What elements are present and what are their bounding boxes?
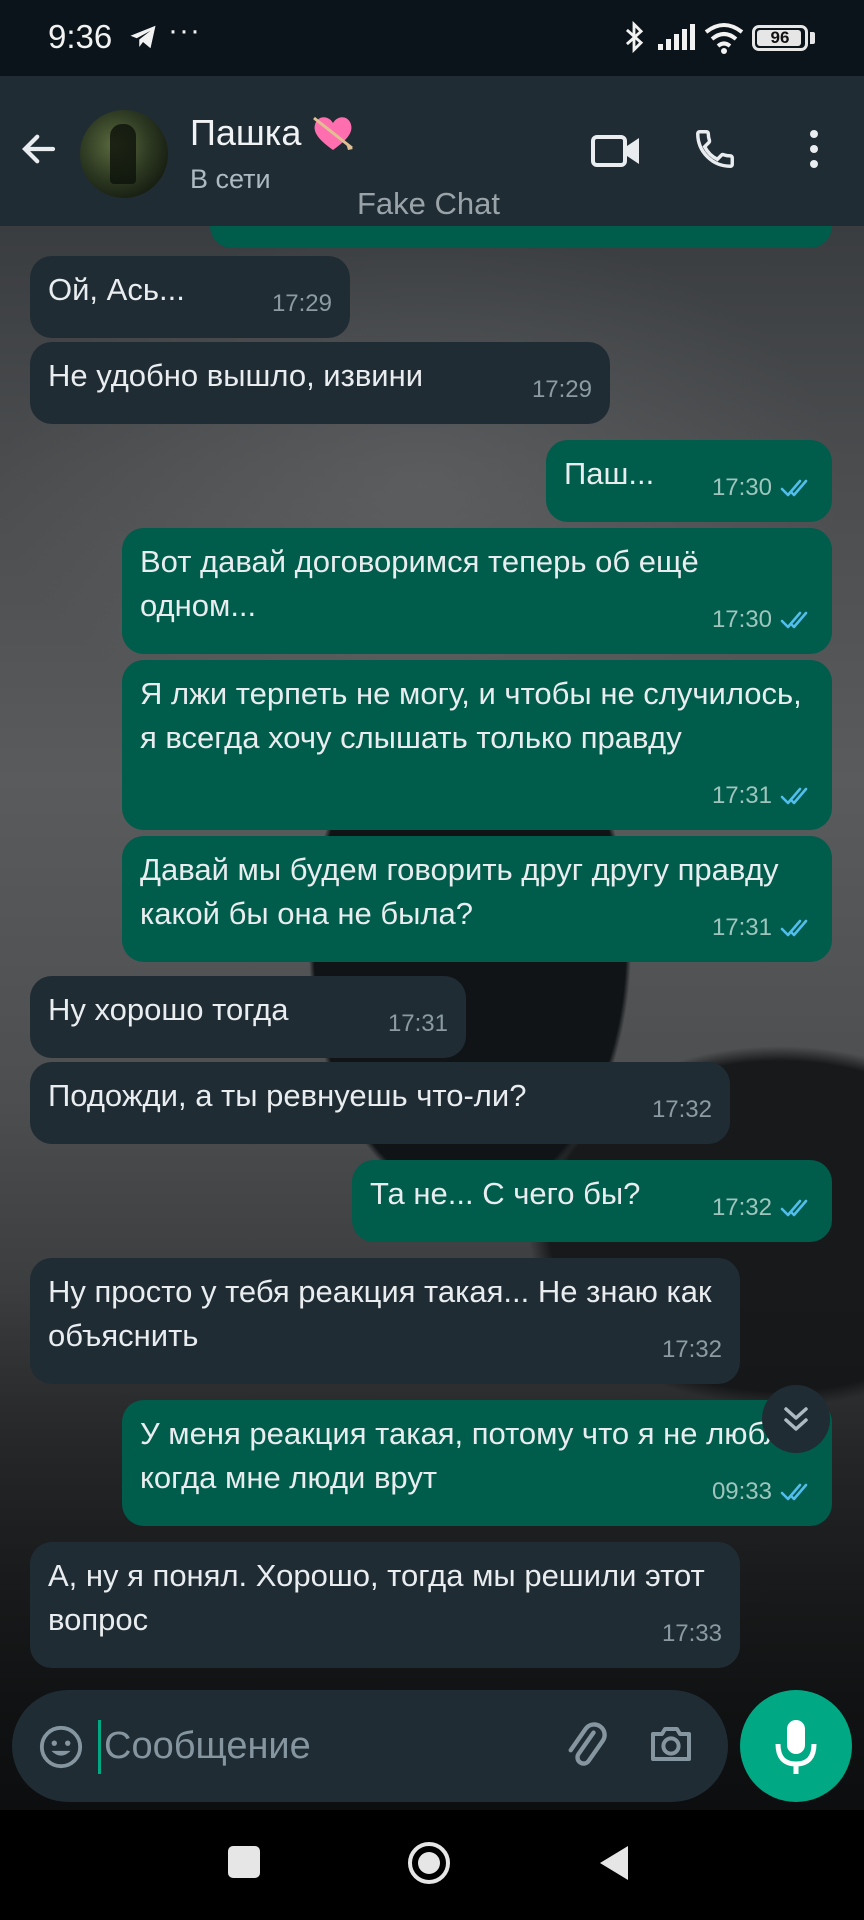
message-meta: 09:33 xyxy=(712,1470,814,1514)
clock: 9:36 xyxy=(48,18,113,55)
message-text: Не удобно вышло, извини xyxy=(48,358,424,393)
message-text: Подожди, а ты ревнуешь что-ли? xyxy=(48,1078,527,1113)
incoming-message[interactable]: Не удобно вышло, извини 17:29 xyxy=(30,342,610,424)
more-vertical-icon[interactable] xyxy=(800,126,828,172)
telegram-icon xyxy=(130,25,156,49)
message-text: А, ну я понял. Хорошо, тогда мы решили э… xyxy=(48,1558,705,1637)
message-text: Та не... С чего бы? xyxy=(370,1176,641,1211)
incoming-message[interactable]: Ну просто у тебя реакция такая... Не зна… xyxy=(30,1258,740,1384)
battery-icon: 96 xyxy=(752,25,808,51)
message-list[interactable]: Ой, Ась... 17:29 Не удобно вышло, извини 17… xyxy=(0,226,864,1810)
double-check-icon xyxy=(780,479,808,497)
chat-header: Пашка В сети Fake Chat xyxy=(0,76,864,226)
previous-message-fragment xyxy=(210,226,832,248)
incoming-message[interactable]: Ну хорошо тогда 17:31 xyxy=(30,976,466,1058)
outgoing-message[interactable]: Вот давай договоримся теперь об ещё одно… xyxy=(122,528,832,654)
battery-percent: 96 xyxy=(770,28,790,47)
incoming-message[interactable]: Ой, Ась... 17:29 xyxy=(30,256,350,338)
message-meta: 17:31 xyxy=(712,774,814,818)
microphone-icon[interactable] xyxy=(740,1690,852,1802)
message-text: Ну хорошо тогда xyxy=(48,992,289,1027)
message-time: 17:32 xyxy=(661,1336,722,1363)
composer xyxy=(12,1690,728,1802)
message-meta: 17:32 xyxy=(662,1328,722,1372)
message-meta: 17:30 xyxy=(712,598,814,642)
contact-name[interactable]: Пашка xyxy=(190,112,301,154)
heart-arrow-emoji-icon xyxy=(313,116,353,150)
message-meta: 17:29 xyxy=(272,282,332,326)
message-time: 17:33 xyxy=(661,1620,722,1647)
message-meta: 17:32 xyxy=(652,1088,712,1132)
camera-icon[interactable] xyxy=(646,1720,696,1768)
double-chevron-down-icon[interactable] xyxy=(762,1385,830,1453)
home-icon[interactable] xyxy=(406,1840,452,1886)
message-time: 17:32 xyxy=(711,1194,772,1221)
message-meta: 17:31 xyxy=(388,1002,448,1046)
emoji-icon[interactable] xyxy=(38,1724,84,1770)
message-time: 17:29 xyxy=(271,290,332,317)
incoming-message[interactable]: А, ну я понял. Хорошо, тогда мы решили э… xyxy=(30,1542,740,1668)
phone-icon[interactable] xyxy=(692,126,738,172)
double-check-icon xyxy=(780,787,808,805)
arrow-left-icon[interactable] xyxy=(18,128,60,170)
bluetooth-icon xyxy=(625,20,644,54)
more-notifications-icon: ··· xyxy=(168,14,201,47)
message-text: Ну просто у тебя реакция такая... Не зна… xyxy=(48,1274,712,1353)
paperclip-icon[interactable] xyxy=(560,1720,612,1772)
double-check-icon xyxy=(780,1199,808,1217)
outgoing-message[interactable]: Та не... С чего бы? 17:32 xyxy=(352,1160,832,1242)
battery-tip xyxy=(810,32,815,44)
message-time: 17:30 xyxy=(711,474,772,501)
message-text: Ой, Ась... xyxy=(48,272,185,307)
message-meta: 17:29 xyxy=(532,368,592,412)
incoming-message[interactable]: Подожди, а ты ревнуешь что-ли? 17:32 xyxy=(30,1062,730,1144)
message-time: 17:31 xyxy=(711,782,772,809)
message-meta: 17:30 xyxy=(712,466,814,510)
outgoing-message[interactable]: Давай мы будем говорить друг другу правд… xyxy=(122,836,832,962)
message-input[interactable] xyxy=(104,1710,544,1782)
avatar[interactable] xyxy=(80,110,168,198)
watermark: Fake Chat xyxy=(357,186,501,221)
double-check-icon xyxy=(780,1483,808,1501)
message-text: Паш... xyxy=(564,456,655,491)
message-time: 17:31 xyxy=(711,914,772,941)
double-check-icon xyxy=(780,611,808,629)
message-time: 09:33 xyxy=(711,1478,772,1505)
message-text: Я лжи терпеть не могу, и чтобы не случил… xyxy=(140,676,802,755)
message-meta: 17:32 xyxy=(712,1186,814,1230)
double-check-icon xyxy=(780,919,808,937)
outgoing-message[interactable]: Я лжи терпеть не могу, и чтобы не случил… xyxy=(122,660,832,830)
wifi-icon xyxy=(704,23,744,54)
message-meta: 17:31 xyxy=(712,906,814,950)
message-time: 17:30 xyxy=(711,606,772,633)
message-time: 17:29 xyxy=(531,376,592,403)
message-time: 17:32 xyxy=(651,1096,712,1123)
message-meta: 17:33 xyxy=(662,1612,722,1656)
message-time: 17:31 xyxy=(387,1010,448,1037)
status-bar: 9:36 ··· 96 xyxy=(0,0,864,76)
back-triangle-icon[interactable] xyxy=(596,1843,632,1883)
recent-apps-icon[interactable] xyxy=(228,1846,260,1878)
outgoing-message[interactable]: Паш... 17:30 xyxy=(546,440,832,522)
contact-status: В сети xyxy=(190,164,271,194)
signal-icon xyxy=(658,24,695,50)
video-camera-icon[interactable] xyxy=(590,128,642,174)
outgoing-message[interactable]: У меня реакция такая, потому что я не лю… xyxy=(122,1400,832,1526)
text-caret xyxy=(98,1720,101,1774)
